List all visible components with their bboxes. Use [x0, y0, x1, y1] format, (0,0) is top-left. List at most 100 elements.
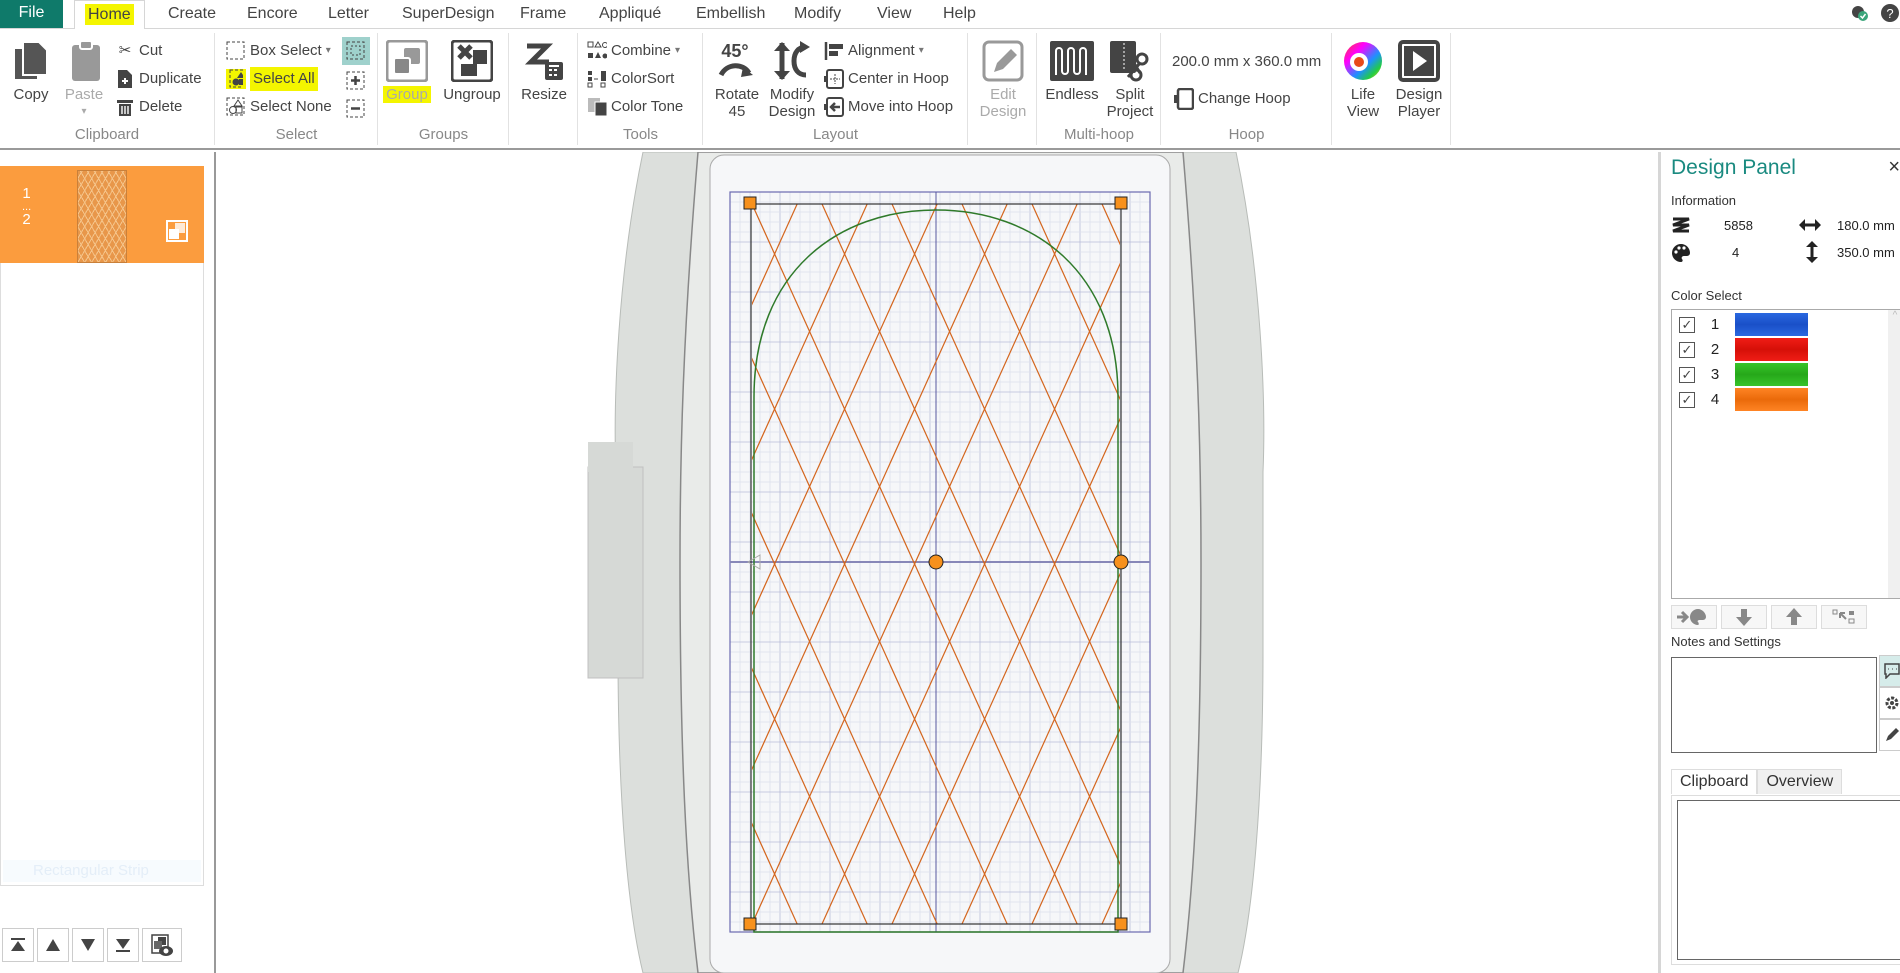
- combine-button[interactable]: Combine ▾: [587, 39, 680, 63]
- tab-superdesign[interactable]: SuperDesign: [392, 0, 505, 29]
- move-down-button[interactable]: [72, 928, 104, 962]
- select-none-button[interactable]: Select None: [226, 95, 332, 119]
- view-group: Life View Design Player: [1333, 33, 1451, 145]
- tab-clipboard[interactable]: Clipboard: [1671, 769, 1758, 794]
- cut-button[interactable]: ✂ Cut: [115, 39, 163, 63]
- color-list-scrollbar[interactable]: ^: [1888, 310, 1900, 598]
- center-in-hoop-button[interactable]: Center in Hoop: [824, 67, 949, 91]
- multi-hoop-group: Endless Split Project Multi-hoop: [1038, 33, 1161, 145]
- collapse-colors-button[interactable]: [1821, 605, 1867, 629]
- scroll-up-icon[interactable]: ^: [1888, 310, 1900, 321]
- design-player-button[interactable]: Design Player: [1391, 39, 1447, 120]
- move-color-down-button[interactable]: [1721, 605, 1767, 629]
- tab-help[interactable]: Help: [933, 0, 986, 29]
- center-handle[interactable]: [928, 554, 944, 570]
- notes-tab[interactable]: [1879, 655, 1900, 687]
- move-up-icon: [46, 939, 60, 951]
- group-button[interactable]: Group: [381, 39, 433, 103]
- paste-button[interactable]: Paste ▾: [64, 39, 104, 120]
- split-project-button[interactable]: Split Project: [1102, 39, 1158, 120]
- color-row[interactable]: ✓ 2: [1672, 337, 1808, 362]
- handle-bottom-right[interactable]: [1114, 917, 1128, 931]
- apply-color-button[interactable]: [1671, 605, 1717, 629]
- color-tone-button[interactable]: Color Tone: [587, 95, 683, 119]
- move-to-top-button[interactable]: [2, 928, 34, 962]
- close-panel-button[interactable]: ×: [1888, 156, 1900, 179]
- alignment-dropdown-icon[interactable]: ▾: [919, 39, 924, 63]
- handle-top-right[interactable]: [1114, 196, 1128, 210]
- life-view-button[interactable]: Life View: [1337, 39, 1389, 120]
- tab-applique[interactable]: Appliqué: [589, 0, 671, 29]
- select-mode-toggle[interactable]: [342, 37, 370, 65]
- resize-icon: [522, 39, 566, 83]
- ungroup-button[interactable]: Ungroup: [441, 39, 503, 103]
- delete-button[interactable]: Delete: [115, 95, 182, 119]
- paste-dropdown-icon[interactable]: ▾: [64, 103, 104, 120]
- combine-icon: [587, 41, 607, 61]
- life-view-icon: [1341, 39, 1385, 83]
- select-all-button[interactable]: Select All: [226, 67, 318, 91]
- handle-bottom-left[interactable]: [743, 917, 757, 931]
- quilt-line: [262, 204, 587, 924]
- tab-letter[interactable]: Letter: [318, 0, 379, 29]
- endless-button[interactable]: Endless: [1044, 39, 1100, 103]
- edit-tab[interactable]: [1879, 719, 1900, 751]
- notes-side-tabs: [1879, 655, 1900, 751]
- move-into-hoop-button[interactable]: Move into Hoop: [824, 95, 953, 119]
- settings-tab[interactable]: [1879, 687, 1900, 719]
- color-checkbox[interactable]: ✓: [1679, 341, 1695, 358]
- rotate-45-button[interactable]: 45° Rotate 45: [712, 39, 762, 120]
- color-checkbox[interactable]: ✓: [1679, 366, 1695, 383]
- tab-encore[interactable]: Encore: [237, 0, 308, 29]
- add-to-selection-icon[interactable]: [346, 71, 366, 96]
- quilt-line: [1452, 204, 1658, 924]
- change-hoop-button[interactable]: Change Hoop: [1174, 87, 1291, 111]
- copy-button[interactable]: Copy: [8, 39, 54, 103]
- edit-design-button[interactable]: Edit Design: [975, 39, 1031, 120]
- quilt-line: [218, 204, 307, 924]
- layer-item[interactable]: 1 ... 2: [0, 166, 204, 263]
- color-checkbox[interactable]: ✓: [1679, 316, 1695, 333]
- move-up-button[interactable]: [37, 928, 69, 962]
- color-row[interactable]: ✓ 3: [1672, 362, 1808, 387]
- duplicate-button[interactable]: Duplicate: [115, 67, 202, 91]
- colorsort-button[interactable]: ColorSort: [587, 67, 674, 91]
- design-canvas[interactable]: [218, 152, 1658, 973]
- tab-frame[interactable]: Frame: [510, 0, 576, 29]
- tab-embellish[interactable]: Embellish: [686, 0, 775, 29]
- quilt-line: [1242, 204, 1567, 924]
- scissors-icon: ✂: [118, 42, 132, 59]
- combine-dropdown-icon[interactable]: ▾: [675, 39, 680, 63]
- quilt-line: [218, 204, 377, 924]
- file-menu[interactable]: File: [0, 0, 63, 28]
- notes-textarea[interactable]: [1671, 657, 1877, 753]
- color-row[interactable]: ✓ 1: [1672, 312, 1808, 337]
- move-color-up-button[interactable]: [1771, 605, 1817, 629]
- hoop-workspace[interactable]: [218, 152, 1658, 973]
- tab-overview[interactable]: Overview: [1757, 769, 1843, 794]
- move-to-bottom-button[interactable]: [107, 928, 139, 962]
- center-in-hoop-icon: [824, 69, 844, 89]
- groups-group: Group Ungroup Groups: [379, 33, 509, 145]
- resize-button[interactable]: Resize: [514, 39, 574, 103]
- handle-top-left[interactable]: [743, 196, 757, 210]
- modify-design-button[interactable]: Modify Design: [764, 39, 820, 120]
- rotate-handle[interactable]: [1113, 554, 1129, 570]
- tab-home[interactable]: Home: [74, 0, 145, 30]
- color-checkbox[interactable]: ✓: [1679, 391, 1695, 408]
- move-into-hoop-icon: [824, 97, 844, 117]
- remove-from-selection-icon[interactable]: [346, 99, 366, 124]
- tab-modify[interactable]: Modify: [784, 0, 851, 29]
- color-row[interactable]: ✓ 4: [1672, 387, 1808, 412]
- arrow-down-icon: [1736, 609, 1752, 626]
- color-info-row: 4 350.0 mm: [1669, 241, 1899, 265]
- tab-create[interactable]: Create: [158, 0, 226, 29]
- rotate-45-icon: 45°: [715, 39, 759, 83]
- box-select-button[interactable]: Box Select ▾: [226, 39, 331, 63]
- cloud-sync-icon[interactable]: [1850, 3, 1870, 23]
- alignment-button[interactable]: Alignment ▾: [824, 39, 924, 63]
- view-layer-button[interactable]: [142, 928, 182, 962]
- help-icon[interactable]: ?: [1880, 3, 1900, 23]
- box-select-dropdown-icon[interactable]: ▾: [326, 39, 331, 63]
- tab-view[interactable]: View: [867, 0, 921, 29]
